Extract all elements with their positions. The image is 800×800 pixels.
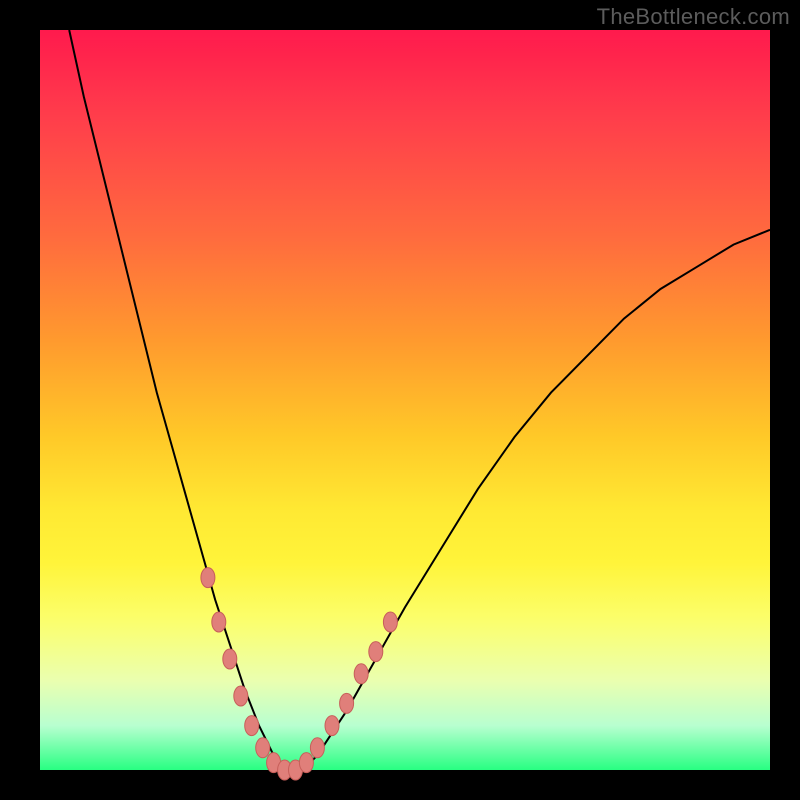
curve-markers: [201, 568, 398, 780]
curve-marker: [245, 716, 259, 736]
curve-marker: [256, 738, 270, 758]
bottleneck-curve: [69, 30, 770, 770]
curve-marker: [201, 568, 215, 588]
curve-marker: [223, 649, 237, 669]
curve-marker: [310, 738, 324, 758]
curve-marker: [299, 753, 313, 773]
curve-marker: [234, 686, 248, 706]
plot-area: [40, 30, 770, 770]
curve-marker: [383, 612, 397, 632]
outer-frame: TheBottleneck.com: [0, 0, 800, 800]
curve-marker: [325, 716, 339, 736]
curve-svg: [40, 30, 770, 770]
curve-marker: [340, 693, 354, 713]
watermark-text: TheBottleneck.com: [597, 4, 790, 30]
curve-marker: [354, 664, 368, 684]
curve-marker: [212, 612, 226, 632]
curve-marker: [369, 642, 383, 662]
